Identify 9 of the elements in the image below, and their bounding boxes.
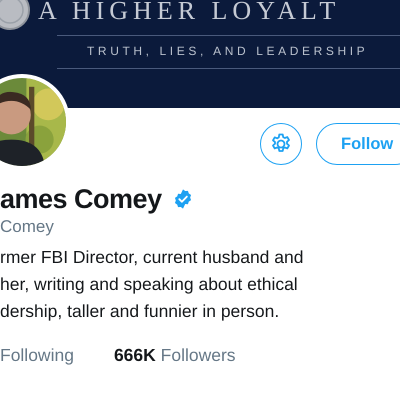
username: Comey (0, 216, 55, 238)
settings-button[interactable] (260, 123, 302, 165)
stat-link[interactable]: Following (0, 345, 74, 366)
follow-button[interactable]: Follow (316, 123, 400, 165)
bio-text: rmer FBI Director, current husband and her, writing and speaking about ethical dership, taller and funnier in person. (0, 246, 304, 323)
stat-link[interactable]: 666K Followers (114, 345, 236, 366)
book-subtitle: TRUTH, LIES, AND LEADERSHIP (86, 43, 370, 57)
display-name: ames Comey (0, 183, 162, 215)
book-title: A HIGHER LOYALT (38, 0, 340, 27)
